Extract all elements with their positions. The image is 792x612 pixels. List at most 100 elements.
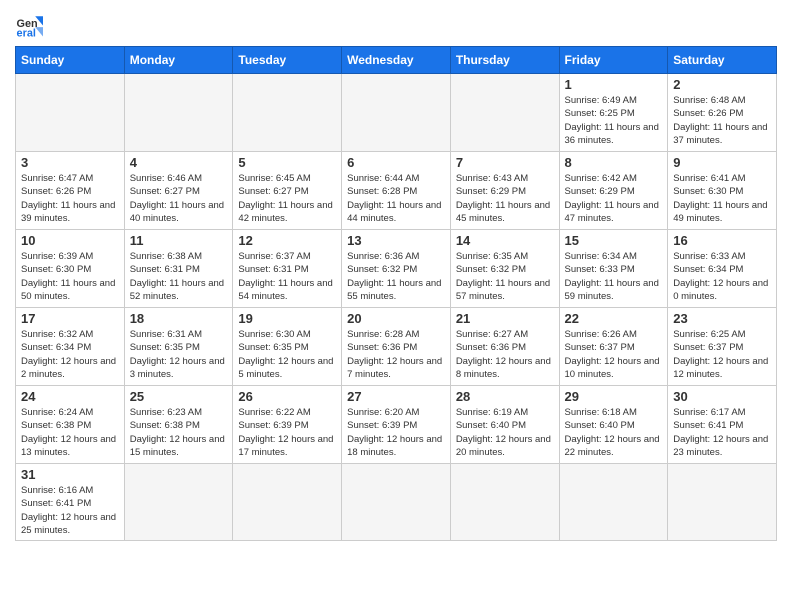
calendar-cell: 6Sunrise: 6:44 AM Sunset: 6:28 PM Daylig… <box>342 152 451 230</box>
calendar-cell: 11 Sunrise: 6:38 AM Sunset: 6:31 PM Dayli… <box>124 230 233 308</box>
calendar-cell: 30 Sunrise: 6:17 AM Sunset: 6:41 PM Dayli… <box>668 386 777 464</box>
day-number: 25 <box>130 389 228 404</box>
day-info: Sunrise: 6:31 AM Sunset: 6:35 PM Dayligh… <box>130 328 228 381</box>
calendar-cell <box>450 464 559 541</box>
calendar-cell: 10Sunrise: 6:39 AM Sunset: 6:30 PM Dayli… <box>16 230 125 308</box>
calendar-cell: 20Sunrise: 6:28 AM Sunset: 6:36 PM Dayli… <box>342 308 451 386</box>
day-number: 27 <box>347 389 445 404</box>
page-header: Gen eral <box>15 10 777 38</box>
calendar-cell <box>450 74 559 152</box>
calendar-cell: 27 Sunrise: 6:20 AM Sunset: 6:39 PM Dayli… <box>342 386 451 464</box>
calendar-cell <box>342 464 451 541</box>
calendar-cell: 19 Sunrise: 6:30 AM Sunset: 6:35 PM Dayli… <box>233 308 342 386</box>
calendar-cell: 13 Sunrise: 6:36 AM Sunset: 6:32 PM Dayli… <box>342 230 451 308</box>
calendar-cell: 1 Sunrise: 6:49 AM Sunset: 6:25 PM Daylig… <box>559 74 668 152</box>
day-info: Sunrise: 6:41 AM Sunset: 6:30 PM Dayligh… <box>673 172 771 225</box>
calendar-week-3: 10Sunrise: 6:39 AM Sunset: 6:30 PM Dayli… <box>16 230 777 308</box>
calendar-cell: 26Sunrise: 6:22 AM Sunset: 6:39 PM Dayli… <box>233 386 342 464</box>
day-info: Sunrise: 6:24 AM Sunset: 6:38 PM Dayligh… <box>21 406 119 459</box>
day-info: Sunrise: 6:46 AM Sunset: 6:27 PM Dayligh… <box>130 172 228 225</box>
calendar-week-2: 3 Sunrise: 6:47 AM Sunset: 6:26 PM Daylig… <box>16 152 777 230</box>
day-number: 19 <box>238 311 336 326</box>
logo: Gen eral <box>15 10 47 38</box>
calendar-cell: 8 Sunrise: 6:42 AM Sunset: 6:29 PM Daylig… <box>559 152 668 230</box>
calendar-cell: 16Sunrise: 6:33 AM Sunset: 6:34 PM Dayli… <box>668 230 777 308</box>
calendar-cell: 15Sunrise: 6:34 AM Sunset: 6:33 PM Dayli… <box>559 230 668 308</box>
calendar-cell: 17 Sunrise: 6:32 AM Sunset: 6:34 PM Dayli… <box>16 308 125 386</box>
day-info: Sunrise: 6:27 AM Sunset: 6:36 PM Dayligh… <box>456 328 554 381</box>
calendar-cell <box>233 74 342 152</box>
calendar-cell: 28 Sunrise: 6:19 AM Sunset: 6:40 PM Dayli… <box>450 386 559 464</box>
day-number: 8 <box>565 155 663 170</box>
calendar-cell: 2 Sunrise: 6:48 AM Sunset: 6:26 PM Daylig… <box>668 74 777 152</box>
calendar-cell: 14Sunrise: 6:35 AM Sunset: 6:32 PM Dayli… <box>450 230 559 308</box>
calendar-cell: 22 Sunrise: 6:26 AM Sunset: 6:37 PM Dayli… <box>559 308 668 386</box>
day-number: 30 <box>673 389 771 404</box>
weekday-header-tuesday: Tuesday <box>233 47 342 74</box>
day-number: 26 <box>238 389 336 404</box>
day-number: 15 <box>565 233 663 248</box>
calendar-cell: 29 Sunrise: 6:18 AM Sunset: 6:40 PM Dayli… <box>559 386 668 464</box>
day-number: 17 <box>21 311 119 326</box>
calendar-cell: 4 Sunrise: 6:46 AM Sunset: 6:27 PM Daylig… <box>124 152 233 230</box>
day-number: 12 <box>238 233 336 248</box>
calendar-cell: 5 Sunrise: 6:45 AM Sunset: 6:27 PM Daylig… <box>233 152 342 230</box>
day-info: Sunrise: 6:28 AM Sunset: 6:36 PM Dayligh… <box>347 328 445 381</box>
day-info: Sunrise: 6:49 AM Sunset: 6:25 PM Dayligh… <box>565 94 663 147</box>
day-info: Sunrise: 6:45 AM Sunset: 6:27 PM Dayligh… <box>238 172 336 225</box>
weekday-header-friday: Friday <box>559 47 668 74</box>
day-info: Sunrise: 6:18 AM Sunset: 6:40 PM Dayligh… <box>565 406 663 459</box>
day-number: 22 <box>565 311 663 326</box>
day-info: Sunrise: 6:32 AM Sunset: 6:34 PM Dayligh… <box>21 328 119 381</box>
calendar-cell: 31Sunrise: 6:16 AM Sunset: 6:41 PM Dayli… <box>16 464 125 541</box>
day-number: 23 <box>673 311 771 326</box>
day-number: 14 <box>456 233 554 248</box>
calendar-cell <box>124 464 233 541</box>
day-info: Sunrise: 6:36 AM Sunset: 6:32 PM Dayligh… <box>347 250 445 303</box>
day-number: 13 <box>347 233 445 248</box>
day-info: Sunrise: 6:38 AM Sunset: 6:31 PM Dayligh… <box>130 250 228 303</box>
weekday-header-saturday: Saturday <box>668 47 777 74</box>
calendar-week-4: 17 Sunrise: 6:32 AM Sunset: 6:34 PM Dayli… <box>16 308 777 386</box>
calendar-cell: 12 Sunrise: 6:37 AM Sunset: 6:31 PM Dayli… <box>233 230 342 308</box>
day-info: Sunrise: 6:47 AM Sunset: 6:26 PM Dayligh… <box>21 172 119 225</box>
day-number: 16 <box>673 233 771 248</box>
day-number: 3 <box>21 155 119 170</box>
calendar-cell <box>233 464 342 541</box>
day-info: Sunrise: 6:48 AM Sunset: 6:26 PM Dayligh… <box>673 94 771 147</box>
day-number: 29 <box>565 389 663 404</box>
calendar-table: SundayMondayTuesdayWednesdayThursdayFrid… <box>15 46 777 541</box>
logo-icon: Gen eral <box>15 10 43 38</box>
calendar-cell <box>668 464 777 541</box>
day-info: Sunrise: 6:17 AM Sunset: 6:41 PM Dayligh… <box>673 406 771 459</box>
calendar-week-5: 24 Sunrise: 6:24 AM Sunset: 6:38 PM Dayli… <box>16 386 777 464</box>
day-info: Sunrise: 6:30 AM Sunset: 6:35 PM Dayligh… <box>238 328 336 381</box>
day-info: Sunrise: 6:19 AM Sunset: 6:40 PM Dayligh… <box>456 406 554 459</box>
day-info: Sunrise: 6:44 AM Sunset: 6:28 PM Dayligh… <box>347 172 445 225</box>
day-number: 24 <box>21 389 119 404</box>
calendar-cell <box>124 74 233 152</box>
day-number: 2 <box>673 77 771 92</box>
day-number: 28 <box>456 389 554 404</box>
day-info: Sunrise: 6:20 AM Sunset: 6:39 PM Dayligh… <box>347 406 445 459</box>
day-number: 9 <box>673 155 771 170</box>
day-info: Sunrise: 6:37 AM Sunset: 6:31 PM Dayligh… <box>238 250 336 303</box>
day-number: 1 <box>565 77 663 92</box>
day-number: 4 <box>130 155 228 170</box>
day-info: Sunrise: 6:42 AM Sunset: 6:29 PM Dayligh… <box>565 172 663 225</box>
calendar-cell: 21Sunrise: 6:27 AM Sunset: 6:36 PM Dayli… <box>450 308 559 386</box>
svg-text:eral: eral <box>17 27 36 38</box>
calendar-cell <box>342 74 451 152</box>
calendar-week-6: 31Sunrise: 6:16 AM Sunset: 6:41 PM Dayli… <box>16 464 777 541</box>
calendar-cell: 7Sunrise: 6:43 AM Sunset: 6:29 PM Daylig… <box>450 152 559 230</box>
day-info: Sunrise: 6:26 AM Sunset: 6:37 PM Dayligh… <box>565 328 663 381</box>
day-info: Sunrise: 6:43 AM Sunset: 6:29 PM Dayligh… <box>456 172 554 225</box>
day-number: 5 <box>238 155 336 170</box>
day-number: 18 <box>130 311 228 326</box>
calendar-cell: 9 Sunrise: 6:41 AM Sunset: 6:30 PM Daylig… <box>668 152 777 230</box>
day-number: 11 <box>130 233 228 248</box>
day-info: Sunrise: 6:39 AM Sunset: 6:30 PM Dayligh… <box>21 250 119 303</box>
weekday-header-monday: Monday <box>124 47 233 74</box>
day-info: Sunrise: 6:16 AM Sunset: 6:41 PM Dayligh… <box>21 484 119 537</box>
calendar-cell <box>16 74 125 152</box>
